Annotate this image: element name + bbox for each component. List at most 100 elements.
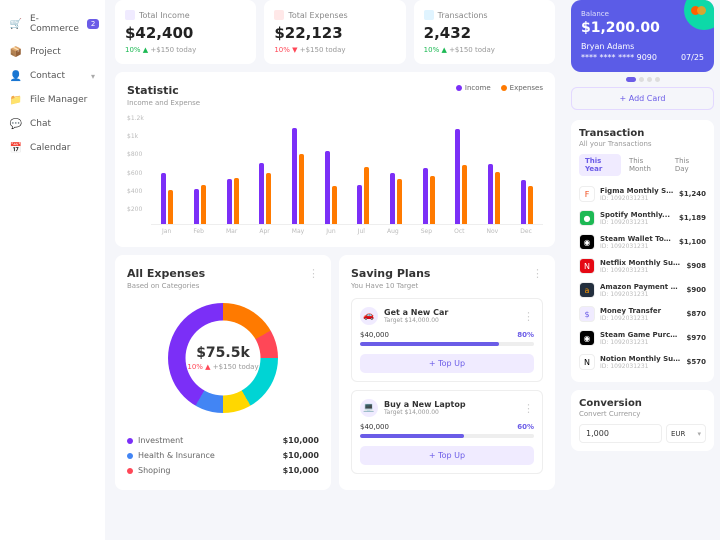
bar-group xyxy=(259,163,271,224)
conversion-currency-select[interactable]: EUR▾ xyxy=(666,424,706,443)
x-label: Oct xyxy=(454,228,464,235)
conversion-title: Conversion xyxy=(579,398,706,409)
more-icon[interactable]: ⋮ xyxy=(532,267,543,290)
chevron-down-icon: ▾ xyxy=(697,430,701,438)
sidebar-item-project[interactable]: 📦Project xyxy=(0,40,105,64)
txn-name: Money Transfer xyxy=(600,307,682,315)
txn-amount: $908 xyxy=(687,262,706,270)
income-bar xyxy=(292,128,297,224)
txn-icon: $ xyxy=(579,306,595,322)
nav-icon: 📅 xyxy=(10,142,22,154)
sidebar-item-chat[interactable]: 💬Chat xyxy=(0,112,105,136)
sidebar-item-file-manager[interactable]: 📁File Manager xyxy=(0,88,105,112)
transaction-row[interactable]: aAmazon Payment Order...ID: 1092031231$9… xyxy=(579,278,706,302)
nav-icon: 🛒 xyxy=(10,18,22,30)
x-label: Jan xyxy=(162,228,171,235)
stat-card: Total Expenses$22,12310% ▼ +$150 today xyxy=(264,0,405,64)
category-amount: $10,000 xyxy=(283,466,319,475)
stat-card: Total Income$42,40010% ▲ +$150 today xyxy=(115,0,256,64)
plan-amount: $40,000 xyxy=(360,331,389,339)
expenses-subtitle: Based on Categories xyxy=(127,282,205,290)
transaction-row[interactable]: FFigma Monthly SubscriptionID: 109203123… xyxy=(579,182,706,206)
card-pager[interactable] xyxy=(571,77,714,82)
txn-icon: ◉ xyxy=(579,330,595,346)
transaction-row[interactable]: NNetflix Monthly SubscriptionID: 1092031… xyxy=(579,254,706,278)
expense-bar xyxy=(299,154,304,224)
topup-button[interactable]: + Top Up xyxy=(360,354,534,373)
plan-icon: 🚗 xyxy=(360,307,378,325)
expenses-total: $75.5k xyxy=(187,345,258,361)
nav-icon: 💬 xyxy=(10,118,22,130)
txn-name: Amazon Payment Order... xyxy=(600,283,682,291)
nav-badge: 2 xyxy=(87,19,99,29)
income-bar xyxy=(325,151,330,225)
stat-icon xyxy=(274,10,284,20)
tab-this-month[interactable]: This Month xyxy=(623,154,667,176)
tab-this-day[interactable]: This Day xyxy=(669,154,706,176)
tab-this-year[interactable]: This Year xyxy=(579,154,621,176)
txn-amount: $1,100 xyxy=(679,238,706,246)
transaction-row[interactable]: NNotion Monthly SubscriptionID: 10920312… xyxy=(579,350,706,374)
transaction-row[interactable]: ◉Steam Wallet Top UpID: 1092031231$1,100 xyxy=(579,230,706,254)
add-card-button[interactable]: + Add Card xyxy=(571,87,714,110)
plan-target: Target $14,000.00 xyxy=(384,409,466,416)
sidebar-item-calendar[interactable]: 📅Calendar xyxy=(0,136,105,160)
saving-plans-card: Saving Plans You Have 10 Target ⋮ 🚗Get a… xyxy=(339,255,555,490)
txn-amount: $1,240 xyxy=(679,190,706,198)
transaction-row[interactable]: $Money TransferID: 1092031231$870 xyxy=(579,302,706,326)
expense-row: Shoping$10,000 xyxy=(127,463,319,478)
more-icon[interactable]: ⋮ xyxy=(523,402,534,415)
txn-icon: F xyxy=(579,186,595,202)
chevron-down-icon: ▾ xyxy=(91,72,95,81)
topup-button[interactable]: + Top Up xyxy=(360,446,534,465)
bar-group xyxy=(390,173,402,224)
transactions-subtitle: All your Transactions xyxy=(579,140,706,148)
income-bar xyxy=(488,164,493,224)
txn-name: Steam Wallet Top Up xyxy=(600,235,674,243)
bar-group xyxy=(521,180,533,224)
expense-bar xyxy=(364,167,369,224)
txn-amount: $970 xyxy=(687,334,706,342)
x-label: Jun xyxy=(326,228,335,235)
transaction-row[interactable]: ◉Steam Game PurchaseID: 1092031231$970 xyxy=(579,326,706,350)
plan-percent: 80% xyxy=(517,331,534,339)
nav-label: File Manager xyxy=(30,95,87,105)
txn-amount: $570 xyxy=(687,358,706,366)
stat-value: $42,400 xyxy=(125,24,246,42)
transactions-title: Transaction xyxy=(579,128,706,139)
statistic-card: Statistic Income and Expense Income Expe… xyxy=(115,72,555,247)
income-bar xyxy=(227,179,232,224)
expense-bar xyxy=(332,186,337,224)
saving-subtitle: You Have 10 Target xyxy=(351,282,430,290)
chart-legend: Income Expenses xyxy=(456,84,543,92)
more-icon[interactable]: ⋮ xyxy=(308,267,319,290)
txn-id: ID: 1092031231 xyxy=(600,291,682,298)
sidebar-item-contact[interactable]: 👤Contact▾ xyxy=(0,64,105,88)
conversion-amount-input[interactable]: 1,000 xyxy=(579,424,662,443)
txn-icon: N xyxy=(579,354,595,370)
main-content: Total Income$42,40010% ▲ +$150 todayTota… xyxy=(105,0,565,540)
more-icon[interactable]: ⋮ xyxy=(523,310,534,323)
bar-group xyxy=(227,178,239,224)
bar-group xyxy=(292,128,304,224)
income-bar xyxy=(423,168,428,224)
expense-bar xyxy=(168,190,173,224)
txn-id: ID: 1092031231 xyxy=(600,315,682,322)
expense-bar xyxy=(234,178,239,224)
card-number: **** **** **** 9090 xyxy=(581,53,657,62)
x-label: Aug xyxy=(387,228,399,235)
transaction-row[interactable]: ●Spotify Monthly...ID: 1092031231$1,189 xyxy=(579,206,706,230)
txn-id: ID: 1092031231 xyxy=(600,267,682,274)
conversion-section: Conversion Convert Currency 1,000 EUR▾ xyxy=(571,390,714,451)
sidebar-item-e-commerce[interactable]: 🛒E-Commerce2 xyxy=(0,8,105,40)
expense-bar xyxy=(397,179,402,224)
category-dot xyxy=(127,468,133,474)
txn-amount: $900 xyxy=(687,286,706,294)
txn-name: Netflix Monthly Subscription xyxy=(600,259,682,267)
plan-percent: 60% xyxy=(517,423,534,431)
category-amount: $10,000 xyxy=(283,436,319,445)
cardholder-name: Bryan Adams xyxy=(581,42,704,51)
expense-row: Investment$10,000 xyxy=(127,433,319,448)
balance-card[interactable]: Balance $1,200.00 Bryan Adams **** **** … xyxy=(571,0,714,72)
plan-icon: 💻 xyxy=(360,399,378,417)
